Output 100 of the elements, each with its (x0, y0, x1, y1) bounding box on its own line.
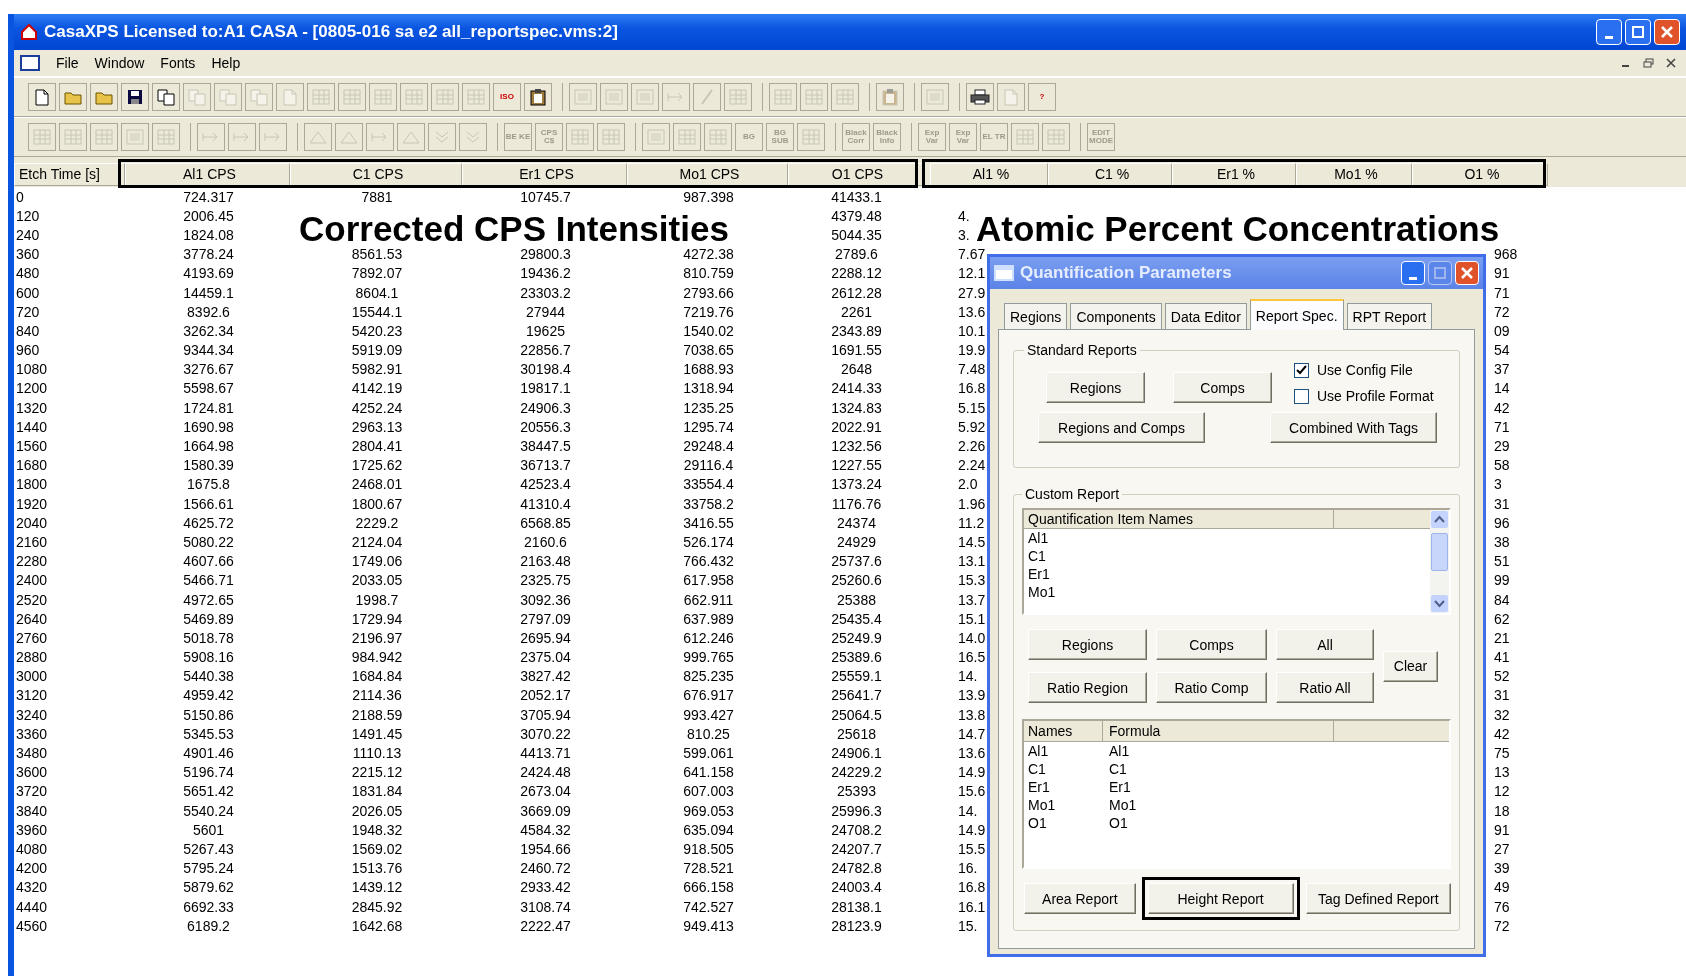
menu-item[interactable]: Fonts (160, 55, 196, 71)
minimize-button[interactable] (1401, 261, 1425, 285)
table-cell: 75 (1494, 745, 1510, 762)
menu-item[interactable]: Help (211, 55, 241, 71)
table-cell-text: 810.25 (686, 725, 731, 742)
column-header[interactable]: O1 % (1412, 163, 1548, 186)
table-cell-text: 4320 (15, 879, 49, 896)
column-header[interactable]: Mo1 % (1296, 163, 1412, 186)
table-cell: 99 (1494, 572, 1510, 589)
regions-and-comps-button[interactable]: Regions and Comps (1038, 412, 1205, 443)
table-cell-text: 5919.09 (350, 342, 404, 359)
report-option-button[interactable]: All (1276, 629, 1374, 660)
column-header[interactable]: Mo1 CPS (627, 163, 788, 186)
table-cell-text: 2026.05 (350, 802, 404, 819)
table-cell: 7.48 (958, 361, 986, 378)
table-cell: 4. (958, 207, 970, 224)
report-option-button[interactable]: Regions (1028, 629, 1147, 660)
tab[interactable]: RPT Report (1346, 303, 1433, 329)
table-cell-text: 4413.71 (519, 745, 572, 762)
tab[interactable]: Components (1070, 303, 1162, 329)
table-cell: 84 (1494, 591, 1510, 608)
scroll-thumb[interactable] (1431, 532, 1448, 571)
toolbar-button[interactable] (121, 83, 149, 111)
table-cell: 968 (1494, 246, 1518, 263)
table-cell-text: 24708.2 (830, 821, 883, 838)
regions-button[interactable]: Regions (1046, 372, 1145, 403)
list-item[interactable]: C1 (1024, 547, 1430, 565)
column-header[interactable]: Er1 CPS (462, 163, 627, 186)
table-cell-text: 25737.6 (830, 553, 883, 570)
table-cell-text: 5879.62 (182, 879, 235, 896)
list-item[interactable]: Er1 (1024, 565, 1430, 583)
scroll-up-icon[interactable] (1431, 511, 1448, 528)
table-cell: 19.9 (958, 342, 986, 359)
table-cell-text: 1948.32 (350, 821, 404, 838)
comps-button[interactable]: Comps (1173, 372, 1272, 403)
column-header[interactable]: Names (1024, 721, 1103, 741)
minimize-button[interactable] (1596, 19, 1622, 45)
checkbox[interactable] (1294, 388, 1309, 404)
table-cell-text: 2124.04 (350, 533, 404, 550)
toolbar-button[interactable] (966, 83, 994, 111)
table-cell-text: 5598.67 (182, 380, 235, 397)
report-option-button[interactable]: Comps (1156, 629, 1267, 660)
table-cell-text: 120 (15, 207, 41, 224)
table-cell-text: 24929 (836, 533, 877, 550)
checkbox[interactable] (1294, 362, 1309, 378)
tab[interactable]: Report Spec. (1249, 299, 1344, 330)
report-button[interactable]: Area Report (1024, 883, 1136, 914)
menu-item[interactable]: Window (94, 55, 145, 71)
maximize-button[interactable] (1428, 261, 1452, 285)
report-option-button[interactable]: Ratio All (1276, 672, 1374, 703)
clipboard-icon (882, 88, 898, 106)
column-header[interactable]: Al1 CPS (125, 163, 290, 186)
report-button[interactable]: Tag Defined Report (1305, 883, 1451, 914)
page-icon (283, 88, 297, 106)
column-header[interactable]: C1 CPS (290, 163, 462, 186)
table-cell-text: 1749.06 (350, 553, 404, 570)
table-cell-text: 617.958 (682, 572, 735, 589)
table-cell: 15.6 (958, 783, 986, 800)
tab[interactable]: Regions (1004, 303, 1068, 329)
table-cell-text: 19817.1 (519, 380, 572, 397)
list-item[interactable]: Mo1 (1024, 583, 1430, 601)
table-cell-text: 3960 (15, 821, 49, 838)
list-cell-text: O1 (1028, 814, 1048, 832)
table-cell-text: 2196.97 (350, 629, 404, 646)
scrollbar[interactable] (1430, 510, 1449, 613)
table-cell-text: 1920 (15, 495, 49, 512)
grid-icon (729, 89, 747, 105)
close-icon (1460, 266, 1474, 280)
table-cell-text: 825.235 (682, 668, 735, 685)
scroll-down-icon[interactable] (1431, 595, 1448, 612)
panel-icon (636, 89, 654, 105)
column-header[interactable]: Al1 % (930, 163, 1048, 186)
table-cell-text: 4901.46 (182, 745, 235, 762)
close-icon[interactable] (1666, 58, 1676, 68)
menu-item[interactable]: File (56, 55, 79, 71)
report-button[interactable]: Height Report (1147, 883, 1294, 914)
report-option-button[interactable]: Ratio Region (1028, 672, 1147, 703)
table-cell-text: 5440.38 (182, 668, 235, 685)
grid-icon (374, 89, 392, 105)
column-header[interactable]: Er1 % (1172, 163, 1296, 186)
clear-button[interactable]: Clear (1383, 650, 1438, 682)
column-header[interactable]: Formula (1103, 721, 1334, 741)
restore-icon[interactable] (1643, 58, 1654, 68)
table-cell-text: 4080 (15, 840, 49, 857)
list-item[interactable]: Al1 (1024, 529, 1430, 547)
close-button[interactable] (1654, 19, 1680, 45)
column-header[interactable]: C1 % (1048, 163, 1172, 186)
combined-with-tags-button[interactable]: Combined With Tags (1270, 412, 1437, 443)
report-option-button[interactable]: Ratio Comp (1156, 672, 1267, 703)
toolbar-button[interactable] (524, 83, 552, 111)
table-cell-text: 1684.84 (350, 668, 404, 685)
house-icon (20, 23, 38, 41)
column-header[interactable]: Etch Time [s] (14, 163, 125, 186)
toolbar-button[interactable]: ISO (493, 83, 521, 111)
table-cell-text: 993.427 (682, 706, 735, 723)
table-cell-text: 22856.7 (519, 342, 572, 359)
tab[interactable]: Data Editor (1164, 303, 1247, 329)
maximize-icon (1631, 25, 1645, 39)
close-button[interactable] (1455, 261, 1479, 285)
toolbar-button[interactable]: ? (1028, 83, 1056, 111)
